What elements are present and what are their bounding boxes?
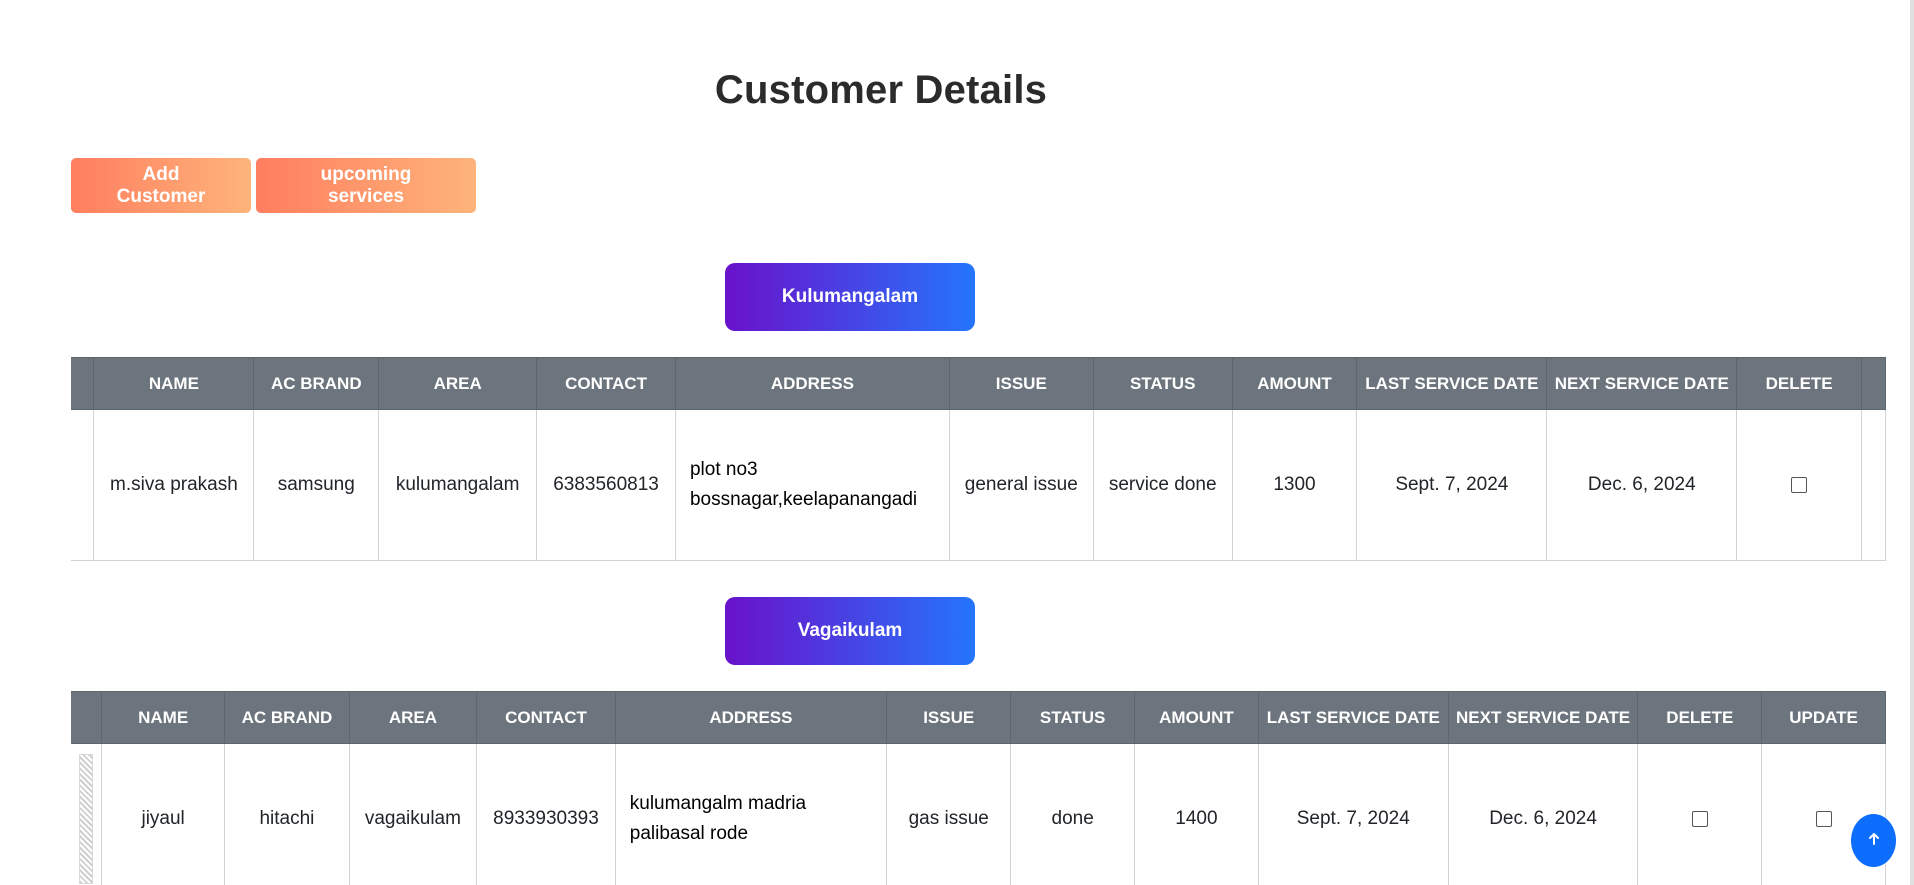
header-name: NAME	[100, 691, 226, 744]
group-button-vagaikulam[interactable]: Vagaikulam	[725, 597, 975, 665]
header-status: STATUS	[1010, 691, 1135, 744]
header-delete: DELETE	[1637, 691, 1763, 744]
cell-address: plot no3 bossnagar,keelapanangadi	[674, 409, 950, 561]
cell-next-service-date: Dec. 6, 2024	[1447, 743, 1639, 885]
customer-table-kulumangalam: NAME AC BRAND AREA CONTACT ADDRESS ISSUE…	[71, 357, 1886, 561]
row-drag-handle-cell	[71, 743, 102, 885]
cell-contact: 6383560813	[536, 409, 676, 561]
header-issue: ISSUE	[886, 691, 1012, 744]
header-delete: DELETE	[1736, 357, 1862, 410]
header-contact: CONTACT	[476, 691, 616, 744]
cell-name: m.siva prakash	[93, 409, 255, 561]
header-next-service-date: NEXT SERVICE DATE	[1546, 357, 1738, 410]
header-status: STATUS	[1092, 357, 1233, 410]
header-area: AREA	[378, 357, 538, 410]
cell-issue: general issue	[948, 409, 1094, 561]
cell-name: jiyaul	[100, 743, 226, 885]
cell-amount: 1400	[1134, 743, 1259, 885]
header-contact: CONTACT	[536, 357, 676, 410]
cell-ac-brand: hitachi	[224, 743, 350, 885]
cell-last-service-date: Sept. 7, 2024	[1356, 409, 1548, 561]
table-row: jiyaul hitachi vagaikulam 8933930393 kul…	[71, 743, 1886, 885]
cell-status: done	[1010, 743, 1135, 885]
cell-next-service-date: Dec. 6, 2024	[1546, 409, 1738, 561]
table-header-row: NAME AC BRAND AREA CONTACT ADDRESS ISSUE…	[71, 357, 1886, 410]
customer-table-vagaikulam: NAME AC BRAND AREA CONTACT ADDRESS ISSUE…	[71, 691, 1886, 885]
row-select-cell	[71, 409, 95, 561]
header-amount: AMOUNT	[1134, 691, 1259, 744]
header-address: ADDRESS	[674, 357, 950, 410]
cell-area: kulumangalam	[378, 409, 538, 561]
header-ac-brand: AC BRAND	[253, 357, 380, 410]
header-last-service-date: LAST SERVICE DATE	[1356, 357, 1548, 410]
header-update: UPDATE	[1761, 691, 1886, 744]
cell-last-service-date: Sept. 7, 2024	[1257, 743, 1449, 885]
header-last-service-date: LAST SERVICE DATE	[1257, 691, 1449, 744]
top-actions: Add Customer upcoming services	[71, 158, 476, 213]
header-area: AREA	[348, 691, 478, 744]
cell-status: service done	[1092, 409, 1233, 561]
cell-issue: gas issue	[886, 743, 1012, 885]
table-header-row: NAME AC BRAND AREA CONTACT ADDRESS ISSUE…	[71, 691, 1886, 744]
page-scrollbar[interactable]	[1910, 0, 1914, 885]
header-update-cut	[1860, 357, 1886, 410]
cell-update-cut	[1860, 409, 1886, 561]
customer-table: NAME AC BRAND AREA CONTACT ADDRESS ISSUE…	[71, 357, 1886, 561]
header-address: ADDRESS	[614, 691, 888, 744]
drag-handle-icon[interactable]	[79, 754, 93, 884]
cell-delete	[1736, 409, 1862, 561]
cell-contact: 8933930393	[476, 743, 616, 885]
group-button-kulumangalam[interactable]: Kulumangalam	[725, 263, 975, 331]
cell-address: kulumangalm madria palibasal rode	[614, 743, 888, 885]
update-checkbox[interactable]	[1815, 810, 1832, 827]
cell-ac-brand: samsung	[253, 409, 380, 561]
scroll-to-top-button[interactable]	[1851, 814, 1896, 867]
customer-table: NAME AC BRAND AREA CONTACT ADDRESS ISSUE…	[71, 691, 1886, 885]
cell-area: vagaikulam	[348, 743, 478, 885]
header-amount: AMOUNT	[1231, 357, 1358, 410]
header-name: NAME	[93, 357, 255, 410]
table-row: m.siva prakash samsung kulumangalam 6383…	[71, 409, 1886, 561]
header-select	[71, 357, 95, 410]
upcoming-services-button[interactable]: upcoming services	[256, 158, 476, 213]
header-select	[71, 691, 102, 744]
delete-checkbox[interactable]	[1791, 476, 1808, 493]
header-next-service-date: NEXT SERVICE DATE	[1447, 691, 1639, 744]
header-ac-brand: AC BRAND	[224, 691, 350, 744]
cell-amount: 1300	[1231, 409, 1358, 561]
page-title: Customer Details	[714, 68, 1048, 112]
add-customer-button[interactable]: Add Customer	[71, 158, 251, 213]
cell-delete	[1637, 743, 1763, 885]
delete-checkbox[interactable]	[1691, 810, 1708, 827]
arrow-up-icon	[1867, 831, 1881, 850]
header-issue: ISSUE	[948, 357, 1094, 410]
